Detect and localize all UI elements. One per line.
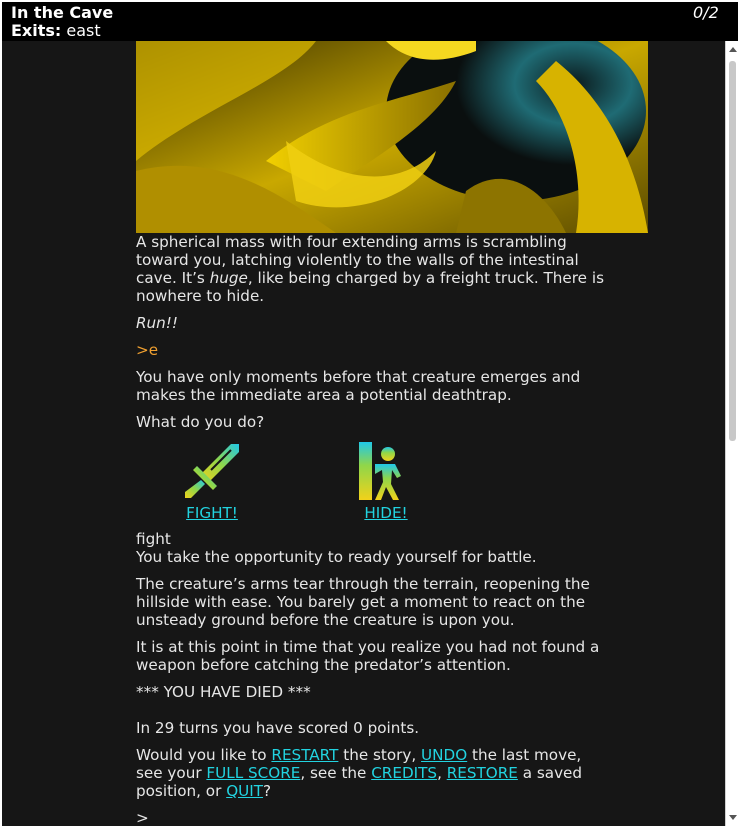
hide-link[interactable]: HIDE!	[346, 504, 426, 522]
end-text-d: , see the	[300, 764, 372, 782]
end-text-e: ,	[437, 764, 447, 782]
full-score-link[interactable]: FULL SCORE	[206, 764, 300, 782]
location-name: In the Cave	[11, 3, 114, 22]
story-transcript: A spherical mass with four extending arm…	[136, 41, 648, 826]
command-prompt[interactable]: >	[136, 809, 606, 826]
moments-paragraph: You have only moments before that creatu…	[136, 368, 581, 404]
intro-emphasis: huge	[209, 269, 248, 287]
hide-choice[interactable]: HIDE!	[346, 440, 426, 522]
quit-link[interactable]: QUIT	[226, 782, 263, 800]
credits-link[interactable]: CREDITS	[371, 764, 437, 782]
end-text-g: ?	[263, 782, 272, 800]
hiding-figure-icon[interactable]	[355, 440, 417, 502]
end-text-a: Would you like to	[136, 746, 272, 764]
fight-choice[interactable]: FIGHT!	[172, 440, 252, 522]
scroll-down-arrow-icon[interactable]	[729, 815, 737, 820]
undo-link[interactable]: UNDO	[421, 746, 467, 764]
intro-paragraph: A spherical mass with four extending arm…	[136, 233, 606, 305]
cave-creature-image	[136, 41, 648, 233]
realize-paragraph: It is at this point in time that you rea…	[136, 638, 600, 674]
question-paragraph: What do you do?	[136, 413, 265, 431]
exits-line: Exits: east	[11, 22, 101, 40]
game-window: In the Cave Exits: east 0/2 A spherical …	[2, 2, 738, 826]
exits-label: Exits:	[11, 21, 62, 40]
ready-paragraph: You take the opportunity to ready yourse…	[136, 548, 537, 566]
run-paragraph: Run!!	[136, 314, 606, 332]
scroll-up-arrow-icon[interactable]	[729, 47, 737, 52]
choice-panel: FIGHT! HIDE!	[136, 440, 606, 528]
end-text-b: the story,	[338, 746, 422, 764]
score-display: 0/2	[693, 3, 719, 22]
chosen-command: fight	[136, 530, 171, 548]
restart-link[interactable]: RESTART	[271, 746, 338, 764]
fight-link[interactable]: FIGHT!	[172, 504, 252, 522]
restore-link[interactable]: RESTORE	[447, 764, 518, 782]
sword-icon[interactable]	[181, 440, 243, 502]
turns-paragraph: In 29 turns you have scored 0 points.	[136, 719, 420, 737]
end-options: Would you like to RESTART the story, UND…	[136, 746, 606, 800]
scrollbar-thumb[interactable]	[729, 61, 736, 441]
exits-value: east	[66, 21, 101, 40]
arms-paragraph: The creature’s arms tear through the ter…	[136, 575, 590, 629]
vertical-scrollbar[interactable]	[725, 41, 738, 826]
command-echo: >e	[136, 341, 159, 359]
status-bar: In the Cave Exits: east 0/2	[2, 2, 738, 41]
run-text: Run!!	[136, 314, 178, 332]
death-message: *** YOU HAVE DIED ***	[136, 683, 311, 701]
